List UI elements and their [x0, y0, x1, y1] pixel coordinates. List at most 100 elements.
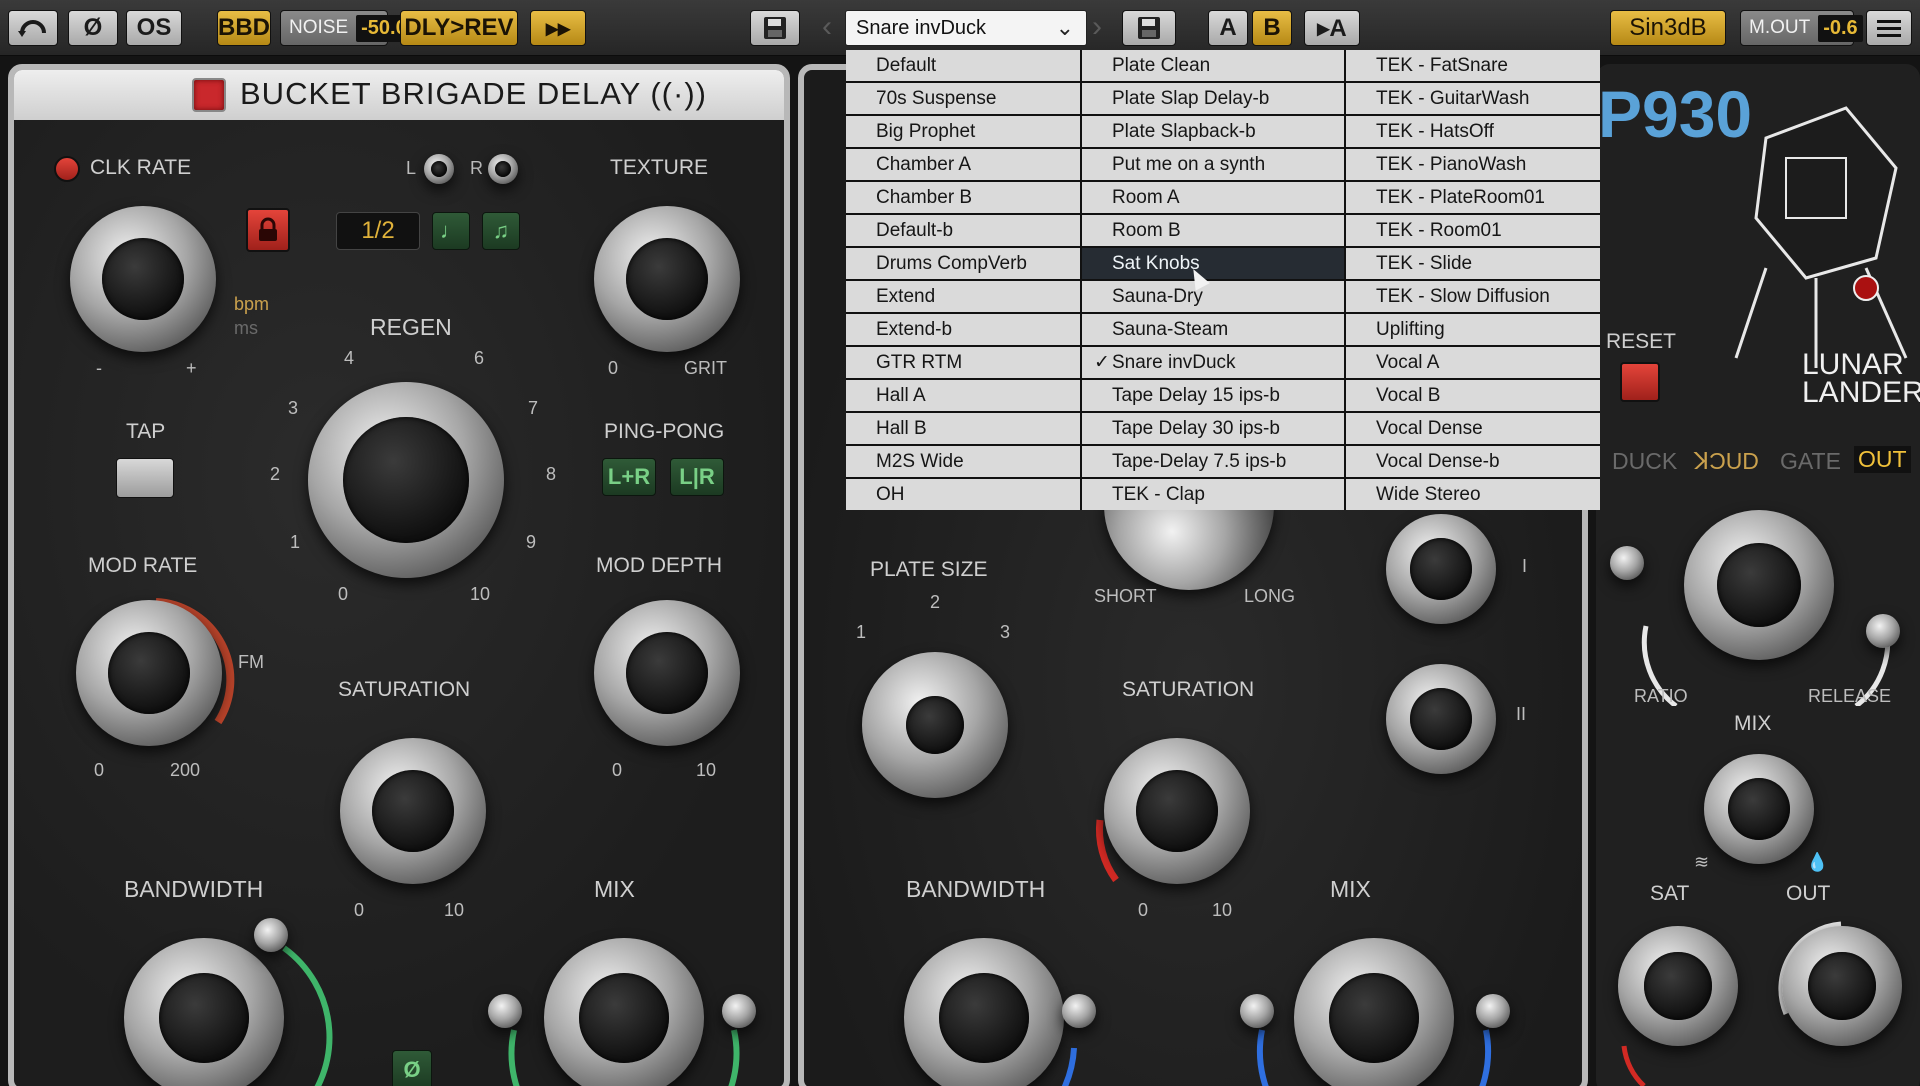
ratio-handle[interactable]: [1610, 546, 1644, 580]
preset-menu-item[interactable]: 70s Suspense: [846, 83, 1080, 114]
bbd-power-button[interactable]: [192, 78, 226, 112]
preset-menu-item[interactable]: TEK - PianoWash: [1346, 149, 1600, 180]
clk-rate-knob[interactable]: [70, 206, 216, 352]
preset-menu-item[interactable]: Hall A: [846, 380, 1080, 411]
preset-menu-item[interactable]: Plate Slap Delay-b: [1082, 83, 1344, 114]
noise-control[interactable]: NOISE -50.0: [280, 10, 412, 46]
regen-knob[interactable]: [308, 382, 504, 578]
bbd-button[interactable]: BBD: [217, 10, 271, 46]
out-mode[interactable]: OUT: [1854, 446, 1911, 473]
preset-menu-item[interactable]: Plate Slapback-b: [1082, 116, 1344, 147]
ms-label[interactable]: ms: [234, 318, 258, 339]
division-display[interactable]: 1/2: [336, 212, 420, 250]
preset-menu-item[interactable]: Tape Delay 30 ips-b: [1082, 413, 1344, 444]
r-trim-knob[interactable]: [488, 154, 518, 184]
ab-b-button[interactable]: B: [1252, 10, 1292, 46]
mod-depth-knob[interactable]: [594, 600, 740, 746]
mod-rate-knob[interactable]: [76, 600, 222, 746]
preset-menu-item[interactable]: Sauna-Steam: [1082, 314, 1344, 345]
preset-menu-item[interactable]: GTR RTM: [846, 347, 1080, 378]
lunar-out-knob[interactable]: [1782, 926, 1902, 1046]
preset-menu-item[interactable]: TEK - Clap: [1082, 479, 1344, 510]
preset-menu-item[interactable]: Drums CompVerb: [846, 248, 1080, 279]
plate-mix-right-handle[interactable]: [1476, 994, 1510, 1028]
preset-menu-item[interactable]: TEK - Slide: [1346, 248, 1600, 279]
texture-knob[interactable]: [594, 206, 740, 352]
preset-menu-item[interactable]: Chamber A: [846, 149, 1080, 180]
bbd-bandwidth-knob[interactable]: [124, 938, 284, 1086]
duck-mode[interactable]: DUCK: [1612, 448, 1677, 475]
lock-button[interactable]: [246, 208, 290, 252]
phase-invert-button[interactable]: Ø: [68, 10, 118, 46]
ping-pong-split-button[interactable]: L|R: [670, 458, 724, 496]
preset-menu-item[interactable]: Big Prophet: [846, 116, 1080, 147]
preset-menu-item[interactable]: Sauna-Dry: [1082, 281, 1344, 312]
preset-menu-item[interactable]: OH: [846, 479, 1080, 510]
preset-menu-item[interactable]: M2S Wide: [846, 446, 1080, 477]
mout-control[interactable]: M.OUT -0.6: [1740, 10, 1863, 46]
preset-menu-item[interactable]: ✓ Snare invDuck: [1082, 347, 1344, 378]
preset-menu-item[interactable]: Tape-Delay 7.5 ips-b: [1082, 446, 1344, 477]
preset-menu-item[interactable]: Room B: [1082, 215, 1344, 246]
plate-saturation-knob[interactable]: [1104, 738, 1250, 884]
preset-menu-item[interactable]: Default-b: [846, 215, 1080, 246]
undo-button[interactable]: [8, 10, 58, 46]
preset-menu-item[interactable]: Vocal Dense: [1346, 413, 1600, 444]
plate-bandwidth-knob[interactable]: [904, 938, 1064, 1086]
gate-mode[interactable]: GATE: [1780, 448, 1841, 475]
preset-menu-item[interactable]: TEK - GuitarWash: [1346, 83, 1600, 114]
tap-button[interactable]: [116, 458, 174, 498]
preset-menu-item[interactable]: Chamber B: [846, 182, 1080, 213]
lunar-sat-knob[interactable]: [1618, 926, 1738, 1046]
preset-menu-item[interactable]: Vocal B: [1346, 380, 1600, 411]
preset-menu-item[interactable]: Sat Knobs: [1082, 248, 1344, 279]
bbd-bandwidth-handle[interactable]: [254, 918, 288, 952]
save-button[interactable]: [1122, 10, 1176, 46]
bbd-saturation-knob[interactable]: [340, 738, 486, 884]
clk-rate-led[interactable]: [54, 156, 80, 182]
prev-preset-icon[interactable]: ‹: [822, 12, 832, 42]
copy-to-a-button[interactable]: ▸A: [1304, 10, 1360, 46]
preset-menu-item[interactable]: Extend: [846, 281, 1080, 312]
preset-menu-item[interactable]: Vocal Dense-b: [1346, 446, 1600, 477]
preset-menu-item[interactable]: Vocal A: [1346, 347, 1600, 378]
preset-menu-item[interactable]: Uplifting: [1346, 314, 1600, 345]
bbd-mix-left-handle[interactable]: [488, 994, 522, 1028]
preset-menu-item[interactable]: Extend-b: [846, 314, 1080, 345]
bbd-mix-knob[interactable]: [544, 938, 704, 1086]
sin3db-button[interactable]: Sin3dB: [1610, 10, 1726, 46]
plate-size-knob[interactable]: [862, 652, 1008, 798]
plate-mix-left-handle[interactable]: [1240, 994, 1274, 1028]
reset-button[interactable]: [1620, 362, 1660, 402]
load-button[interactable]: [750, 10, 800, 46]
preset-menu-item[interactable]: Room A: [1082, 182, 1344, 213]
ping-pong-sum-button[interactable]: L+R: [602, 458, 656, 496]
preset-menu-item[interactable]: Default: [846, 50, 1080, 81]
bpm-label[interactable]: bpm: [234, 294, 269, 315]
lunar-mix-knob[interactable]: [1704, 754, 1814, 864]
preset-menu-item[interactable]: TEK - Slow Diffusion: [1346, 281, 1600, 312]
ab-a-button[interactable]: A: [1208, 10, 1248, 46]
tone-1-knob[interactable]: [1386, 514, 1496, 624]
preset-menu-item[interactable]: Plate Clean: [1082, 50, 1344, 81]
menu-button[interactable]: [1866, 10, 1912, 46]
dly-rev-button[interactable]: DLY>REV: [400, 10, 518, 46]
plate-bandwidth-handle[interactable]: [1062, 994, 1096, 1028]
plate-mix-knob[interactable]: [1294, 938, 1454, 1086]
l-trim-knob[interactable]: [424, 154, 454, 184]
release-handle[interactable]: [1866, 614, 1900, 648]
note-button[interactable]: ♩: [432, 212, 470, 250]
preset-menu-item[interactable]: TEK - FatSnare: [1346, 50, 1600, 81]
preset-menu-item[interactable]: Tape Delay 15 ips-b: [1082, 380, 1344, 411]
preset-menu-item[interactable]: Hall B: [846, 413, 1080, 444]
next-preset-icon[interactable]: ›: [1092, 12, 1102, 42]
preset-menu-item[interactable]: TEK - Room01: [1346, 215, 1600, 246]
os-button[interactable]: OS: [126, 10, 182, 46]
kcud-mode[interactable]: ꓘƆUD: [1694, 448, 1759, 475]
preset-menu-item[interactable]: Put me on a synth: [1082, 149, 1344, 180]
triplet-button[interactable]: ♫: [482, 212, 520, 250]
preset-dropdown[interactable]: Snare invDuck ⌄: [845, 10, 1087, 46]
ratio-release-knob[interactable]: [1684, 510, 1834, 660]
decay-knob[interactable]: [1104, 500, 1274, 590]
forward-button[interactable]: ▸▸: [530, 10, 586, 46]
